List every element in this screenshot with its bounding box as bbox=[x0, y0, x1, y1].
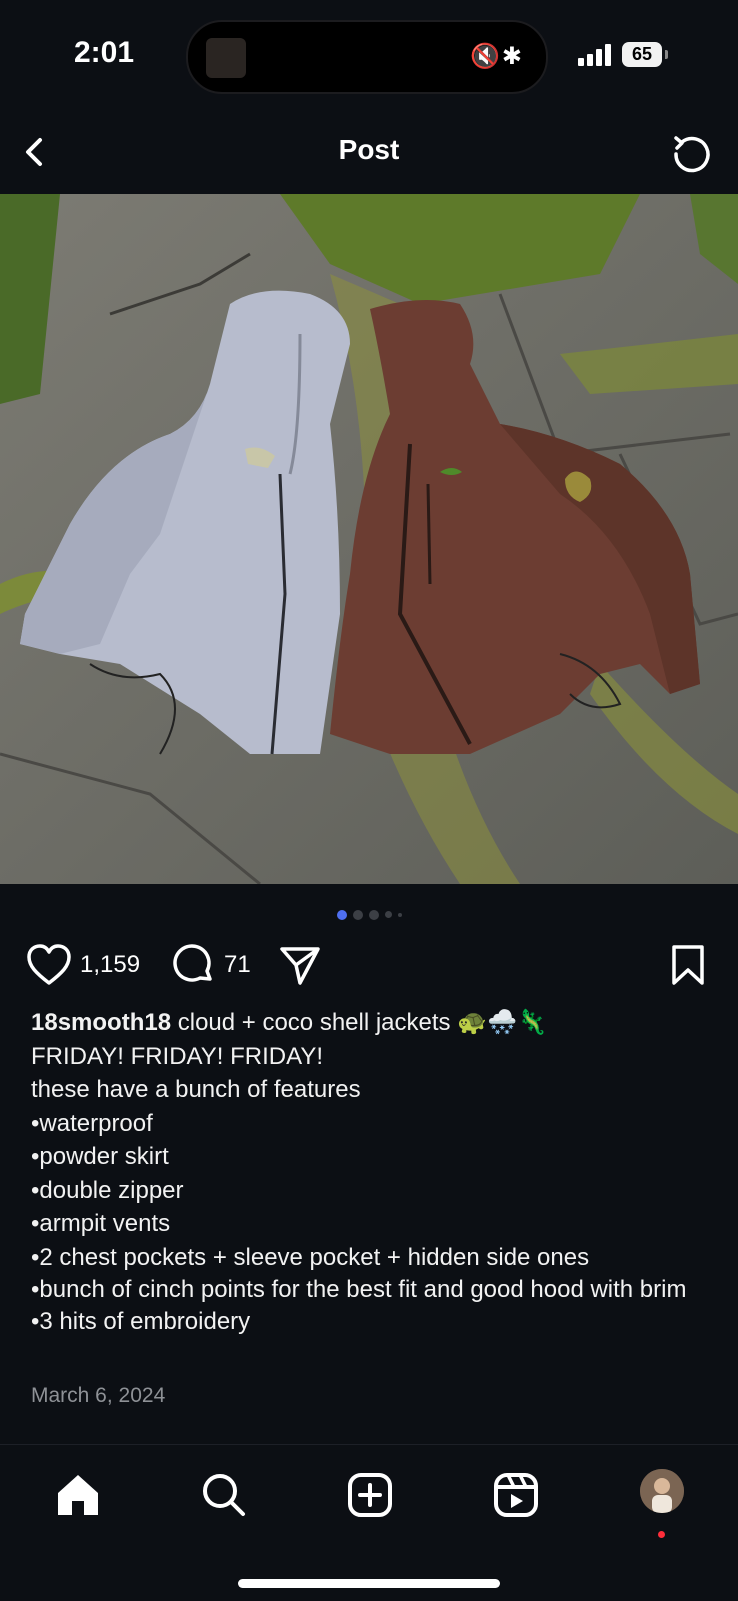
comment-icon bbox=[173, 944, 212, 982]
reels-icon bbox=[494, 1473, 538, 1517]
caption-line: •3 hits of embroidery bbox=[31, 1308, 251, 1335]
likes-count: 1,159 bbox=[80, 951, 141, 978]
dynamic-island: 🔇✱ bbox=[186, 20, 548, 94]
home-icon bbox=[58, 1475, 98, 1515]
caption-line: •armpit vents bbox=[31, 1210, 171, 1237]
nav-create[interactable] bbox=[342, 1467, 398, 1523]
send-icon bbox=[280, 947, 320, 985]
post-header: Post bbox=[0, 120, 738, 192]
caption-first-line: 18smooth18 cloud + coco shell jackets 🐢🌨… bbox=[31, 1006, 721, 1040]
nav-reels[interactable] bbox=[488, 1467, 544, 1523]
jackets-photo bbox=[0, 194, 738, 884]
caption-text: cloud + coco shell jackets 🐢🌨️🦎 bbox=[171, 1009, 547, 1036]
status-bar: 2:01 🔇✱ 65 bbox=[0, 0, 738, 110]
signal-icon bbox=[578, 44, 614, 66]
caption-line: •bunch of cinch points for the best fit … bbox=[31, 1276, 687, 1303]
battery-icon: 65 bbox=[622, 42, 662, 67]
comments-count: 71 bbox=[224, 951, 251, 978]
carousel-dot bbox=[368, 909, 379, 920]
save-button[interactable] bbox=[668, 940, 708, 990]
post-actions: 1,159 71 bbox=[0, 940, 738, 1000]
carousel-dot bbox=[397, 912, 402, 917]
bottom-nav bbox=[0, 1444, 738, 1601]
profile-notification-dot bbox=[658, 1531, 665, 1538]
page-title: Post bbox=[338, 134, 400, 165]
nav-profile-avatar[interactable] bbox=[640, 1469, 684, 1513]
carousel-dot bbox=[352, 909, 363, 920]
avatar-image bbox=[640, 1469, 684, 1513]
like-button[interactable]: 1,159 bbox=[26, 940, 140, 990]
carousel-dot bbox=[384, 911, 392, 919]
add-post-icon bbox=[348, 1473, 392, 1517]
caption-line: FRIDAY! FRIDAY! FRIDAY! bbox=[31, 1042, 324, 1070]
carousel-indicator bbox=[0, 906, 738, 922]
heart-icon bbox=[27, 944, 71, 985]
caption-line: •double zipper bbox=[31, 1176, 184, 1204]
now-playing-artwork bbox=[206, 38, 246, 78]
carousel-dot-active bbox=[336, 909, 347, 920]
post-date: March 6, 2024 bbox=[31, 1384, 166, 1407]
post-image[interactable] bbox=[0, 194, 738, 884]
refresh-button[interactable] bbox=[668, 128, 716, 176]
search-icon bbox=[203, 1474, 245, 1516]
caption-line: •2 chest pockets + sleeve pocket + hidde… bbox=[31, 1243, 590, 1271]
bookmark-icon bbox=[672, 945, 704, 985]
nav-search[interactable] bbox=[196, 1467, 252, 1523]
home-indicator bbox=[238, 1579, 500, 1588]
status-time: 2:01 bbox=[74, 36, 135, 69]
refresh-icon bbox=[674, 136, 710, 173]
battery-tip bbox=[665, 50, 668, 59]
caption-username[interactable]: 18smooth18 bbox=[31, 1009, 171, 1036]
caption-line: •waterproof bbox=[31, 1109, 153, 1137]
caption-line: these have a bunch of features bbox=[31, 1076, 361, 1103]
comment-button[interactable]: 71 bbox=[172, 940, 251, 990]
nav-home[interactable] bbox=[50, 1467, 106, 1523]
mute-bluetooth-icon: 🔇✱ bbox=[470, 43, 524, 70]
share-button[interactable] bbox=[278, 940, 322, 990]
post-caption: 18smooth18 cloud + coco shell jackets 🐢🌨… bbox=[31, 1006, 721, 1339]
caption-line: •powder skirt bbox=[31, 1143, 169, 1170]
